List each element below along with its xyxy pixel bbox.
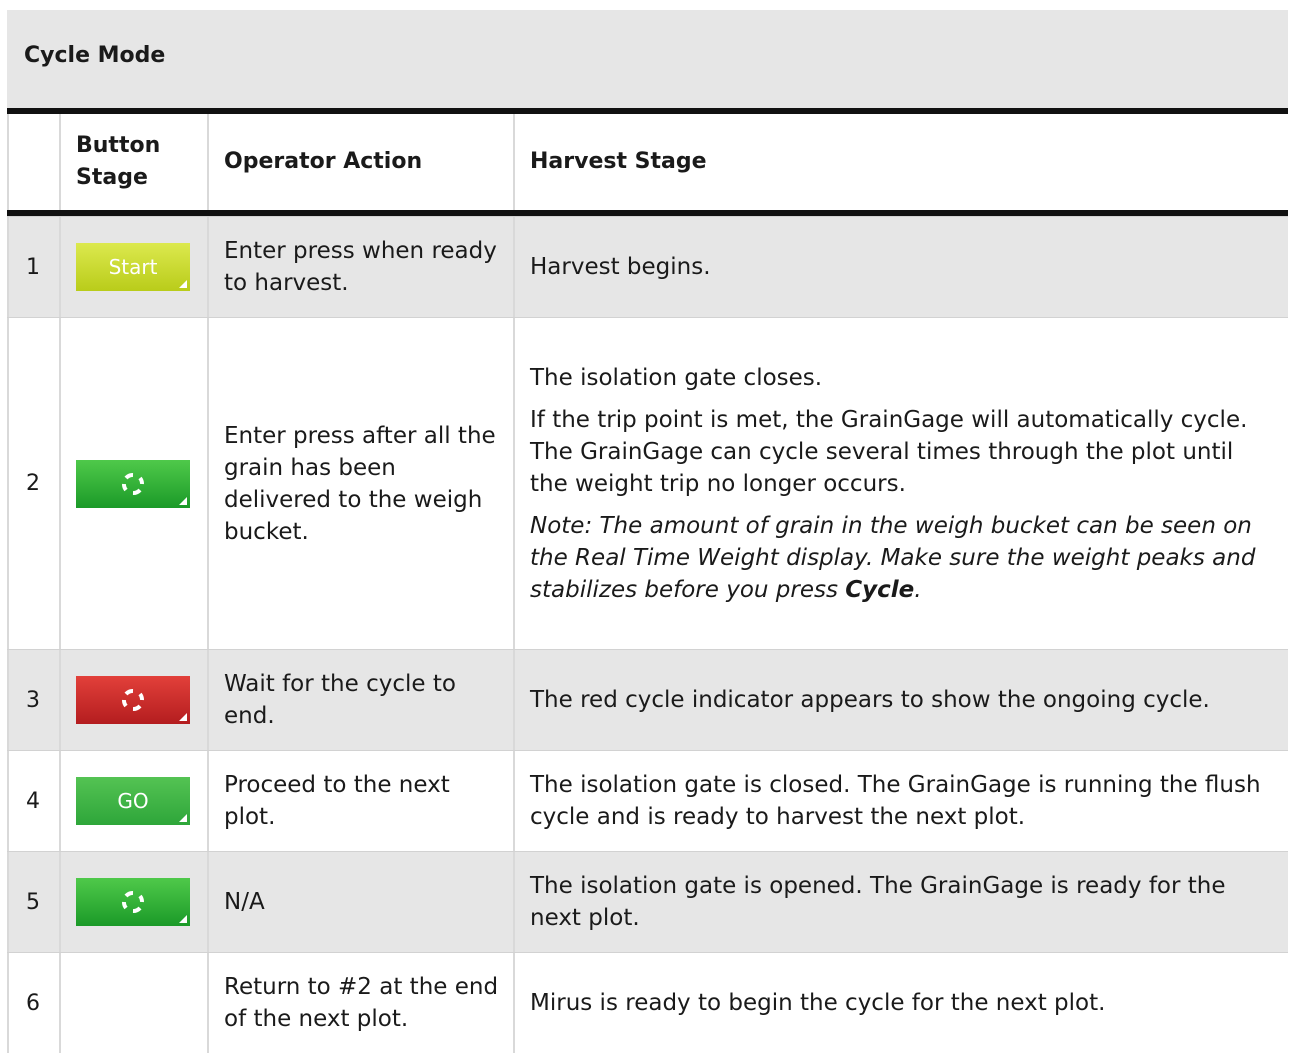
operator-action: Enter press when ready to harvest.	[207, 217, 513, 317]
harvest-stage: Mirus is ready to begin the cycle for th…	[513, 953, 1288, 1053]
harvest-stage: The isolation gate closes. If the trip p…	[513, 318, 1288, 649]
button-stage-cell	[59, 318, 207, 649]
go-button: GO	[76, 777, 190, 825]
button-stage-cell: Start	[59, 217, 207, 317]
harvest-stage: Harvest begins.	[513, 217, 1288, 317]
harvest-stage-text: The isolation gate closes. If the trip p…	[530, 362, 1276, 606]
harvest-stage: The isolation gate is opened. The GrainG…	[513, 852, 1288, 952]
table-row: 1 Start Enter press when ready to harves…	[7, 216, 1288, 317]
cycle-icon	[122, 891, 144, 913]
table-row: 2 Enter press after all the grain has be…	[7, 317, 1288, 649]
harvest-stage: The isolation gate is closed. The GrainG…	[513, 751, 1288, 851]
note-paragraph: Note: The amount of grain in the weigh b…	[530, 510, 1276, 606]
operator-action: Wait for the cycle to end.	[207, 650, 513, 750]
row-number: 5	[7, 852, 59, 952]
corner-indicator-icon	[179, 496, 187, 505]
header-number	[7, 114, 59, 210]
row-number: 4	[7, 751, 59, 851]
cycle-button	[76, 459, 190, 508]
start-button: Start	[76, 243, 190, 291]
row-number: 3	[7, 650, 59, 750]
cycle-mode-table: Cycle Mode Button Stage Operator Action …	[7, 10, 1288, 1053]
table-title-row: Cycle Mode	[7, 10, 1288, 108]
button-stage-cell	[59, 650, 207, 750]
header-harvest-stage: Harvest Stage	[513, 114, 1288, 210]
button-stage-cell	[59, 953, 207, 1053]
corner-indicator-icon	[179, 280, 187, 288]
cycle-button	[76, 878, 190, 926]
header-button-stage: Button Stage	[59, 114, 207, 210]
note-suffix: .	[914, 576, 922, 603]
corner-indicator-icon	[179, 814, 187, 822]
harvest-stage: The red cycle indicator appears to show …	[513, 650, 1288, 750]
cycle-icon	[122, 472, 144, 495]
corner-indicator-icon	[179, 915, 187, 923]
operator-action: Proceed to the next plot.	[207, 751, 513, 851]
table-row: 5 N/A The isolation gate is opened. The …	[7, 851, 1288, 952]
operator-action: Return to #2 at the end of the next plot…	[207, 953, 513, 1053]
table-header-row: Button Stage Operator Action Harvest Sta…	[7, 114, 1288, 210]
row-number: 6	[7, 953, 59, 1053]
header-operator-action: Operator Action	[207, 114, 513, 210]
cycle-button-active	[76, 676, 190, 724]
cycle-icon	[122, 689, 144, 711]
button-stage-cell	[59, 852, 207, 952]
harvest-paragraph: If the trip point is met, the GrainGage …	[530, 406, 1248, 497]
operator-action: N/A	[207, 852, 513, 952]
header-stage-label: Button Stage	[76, 133, 161, 190]
table-title: Cycle Mode	[24, 43, 166, 68]
table-row: 6 Return to #2 at the end of the next pl…	[7, 952, 1288, 1053]
row-number: 2	[7, 318, 59, 649]
harvest-paragraph: The isolation gate closes.	[530, 364, 823, 391]
button-stage-cell: GO	[59, 751, 207, 851]
table-row: 3 Wait for the cycle to end. The red cyc…	[7, 649, 1288, 750]
start-button-label: Start	[108, 255, 158, 279]
table-row: 4 GO Proceed to the next plot. The isola…	[7, 750, 1288, 851]
note-bold-text: Cycle	[845, 576, 915, 603]
operator-action: Enter press after all the grain has been…	[207, 318, 513, 649]
row-number: 1	[7, 217, 59, 317]
go-button-label: GO	[117, 789, 149, 813]
corner-indicator-icon	[179, 713, 187, 721]
